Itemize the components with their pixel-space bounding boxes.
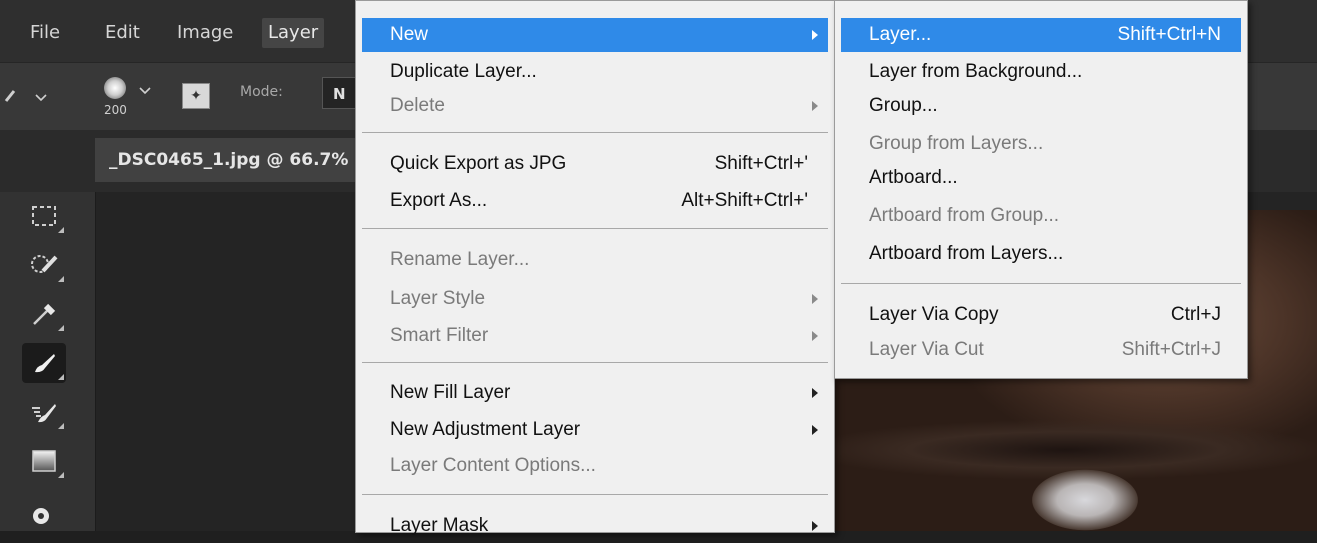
mode-select[interactable]: N	[322, 77, 358, 109]
menu-item-label: Group from Layers...	[869, 133, 1044, 154]
history-brush-tool[interactable]	[22, 392, 66, 432]
menu-item-label: Layer Style	[390, 288, 486, 309]
menu-item-delete[interactable]: Delete	[362, 89, 828, 123]
tool-preset-icon[interactable]	[4, 85, 52, 109]
tool-flyout-indicator	[58, 423, 64, 429]
menu-item-label: Layer Mask	[390, 515, 489, 536]
mode-label: Mode:	[240, 84, 283, 100]
marquee-icon	[32, 206, 56, 226]
submenu-arrow-icon	[812, 331, 818, 341]
menu-item-layer-content-options[interactable]: Layer Content Options...	[362, 449, 828, 483]
menu-item-label: Export As...	[390, 190, 488, 211]
document-tab[interactable]: _DSC0465_1.jpg @ 66.7%	[95, 138, 379, 182]
brush-preview-icon[interactable]	[104, 77, 126, 99]
menu-item-duplicate-layer[interactable]: Duplicate Layer...	[362, 55, 828, 89]
menu-item-shortcut: Alt+Shift+Ctrl+'	[681, 190, 808, 211]
tool-flyout-indicator	[58, 276, 64, 282]
mode-select-value: N	[333, 85, 346, 103]
submenu-arrow-icon	[812, 294, 818, 304]
marquee-tool[interactable]	[22, 196, 66, 236]
new-submenu-dropdown: Layer... Shift+Ctrl+N Layer from Backgro…	[834, 0, 1248, 379]
menu-item-label: Rename Layer...	[390, 249, 530, 270]
submenu-arrow-icon	[812, 425, 818, 435]
menu-item-shortcut: Ctrl+J	[1170, 304, 1221, 325]
submenu-item-layer-via-copy[interactable]: Layer Via Copy Ctrl+J	[841, 298, 1241, 332]
menu-item-label: Quick Export as JPG	[390, 153, 567, 174]
menu-item-shortcut: Shift+Ctrl+N	[1117, 24, 1221, 45]
menu-item-new-fill-layer[interactable]: New Fill Layer	[362, 376, 828, 410]
menu-separator	[362, 362, 828, 363]
brush-size-value: 200	[104, 103, 127, 117]
dodge-tool[interactable]	[22, 490, 66, 530]
menu-edit[interactable]: Edit	[99, 18, 146, 48]
tool-flyout-indicator	[58, 325, 64, 331]
menu-item-label: New	[390, 24, 429, 45]
menu-item-layer-mask[interactable]: Layer Mask	[362, 509, 828, 543]
menu-item-label: Artboard...	[869, 167, 958, 188]
menu-item-label: Artboard from Layers...	[869, 243, 1064, 264]
menu-item-label: Layer from Background...	[869, 61, 1083, 82]
menu-item-quick-export-jpg[interactable]: Quick Export as JPG Shift+Ctrl+'	[362, 147, 828, 181]
submenu-arrow-icon	[812, 521, 818, 531]
chevron-down-icon[interactable]	[138, 85, 152, 97]
menu-separator	[362, 132, 828, 133]
brush-tool[interactable]	[22, 343, 66, 383]
menu-item-label: Artboard from Group...	[869, 205, 1060, 226]
menu-separator	[362, 228, 828, 229]
menu-item-new[interactable]: New	[362, 18, 828, 52]
submenu-item-layer-via-cut[interactable]: Layer Via Cut Shift+Ctrl+J	[841, 333, 1241, 367]
menu-layer[interactable]: Layer	[262, 18, 325, 48]
menu-item-label: Layer Content Options...	[390, 455, 596, 476]
menu-image[interactable]: Image	[171, 18, 239, 48]
submenu-arrow-icon	[812, 101, 818, 111]
history-brush-icon	[32, 404, 56, 423]
menu-item-label: Duplicate Layer...	[390, 61, 537, 82]
brush-settings-icon[interactable]: ✦	[182, 83, 210, 109]
menu-item-new-adjustment-layer[interactable]: New Adjustment Layer	[362, 413, 828, 447]
menu-file[interactable]: File	[24, 18, 66, 48]
eyedropper-icon	[33, 303, 56, 325]
submenu-item-layer-from-background[interactable]: Layer from Background...	[841, 55, 1241, 89]
dodge-icon	[33, 508, 49, 524]
menu-separator	[841, 283, 1241, 284]
menu-item-label: New Fill Layer	[390, 382, 511, 403]
menu-item-label: Layer Via Copy	[869, 304, 999, 325]
submenu-item-group-from-layers[interactable]: Group from Layers...	[841, 127, 1241, 161]
submenu-item-artboard[interactable]: Artboard...	[841, 161, 1241, 195]
menu-item-rename-layer[interactable]: Rename Layer...	[362, 243, 828, 277]
menu-separator	[362, 494, 828, 495]
submenu-item-group[interactable]: Group...	[841, 89, 1241, 123]
menu-item-label: Delete	[390, 95, 445, 116]
submenu-item-layer[interactable]: Layer... Shift+Ctrl+N	[841, 18, 1241, 52]
submenu-item-artboard-from-layers[interactable]: Artboard from Layers...	[841, 237, 1241, 271]
menu-item-export-as[interactable]: Export As... Alt+Shift+Ctrl+'	[362, 184, 828, 218]
submenu-arrow-icon	[812, 388, 818, 398]
gradient-icon	[32, 450, 56, 472]
menu-item-label: New Adjustment Layer	[390, 419, 581, 440]
submenu-item-artboard-from-group[interactable]: Artboard from Group...	[841, 199, 1241, 233]
menu-item-label: Layer Via Cut	[869, 339, 984, 360]
menu-item-layer-style[interactable]: Layer Style	[362, 282, 828, 316]
quick-selection-tool[interactable]	[22, 245, 66, 285]
document-tab-title: _DSC0465_1.jpg @ 66.7%	[109, 150, 349, 170]
menu-item-shortcut: Shift+Ctrl+'	[714, 153, 808, 174]
menu-item-shortcut: Shift+Ctrl+J	[1121, 339, 1221, 360]
eyedropper-tool[interactable]	[22, 294, 66, 334]
menu-item-smart-filter[interactable]: Smart Filter	[362, 319, 828, 353]
tools-panel	[0, 192, 96, 531]
gradient-tool[interactable]	[22, 441, 66, 481]
tool-flyout-indicator	[58, 374, 64, 380]
tool-flyout-indicator	[58, 227, 64, 233]
menu-item-label: Smart Filter	[390, 325, 489, 346]
quick-selection-icon	[31, 255, 58, 273]
submenu-arrow-icon	[812, 30, 818, 40]
layer-menu-dropdown: New Duplicate Layer... Delete Quick Expo…	[355, 0, 835, 536]
brush-icon	[35, 354, 55, 373]
menu-item-label: Layer...	[869, 24, 932, 45]
tool-flyout-indicator	[58, 472, 64, 478]
menu-item-label: Group...	[869, 95, 938, 116]
